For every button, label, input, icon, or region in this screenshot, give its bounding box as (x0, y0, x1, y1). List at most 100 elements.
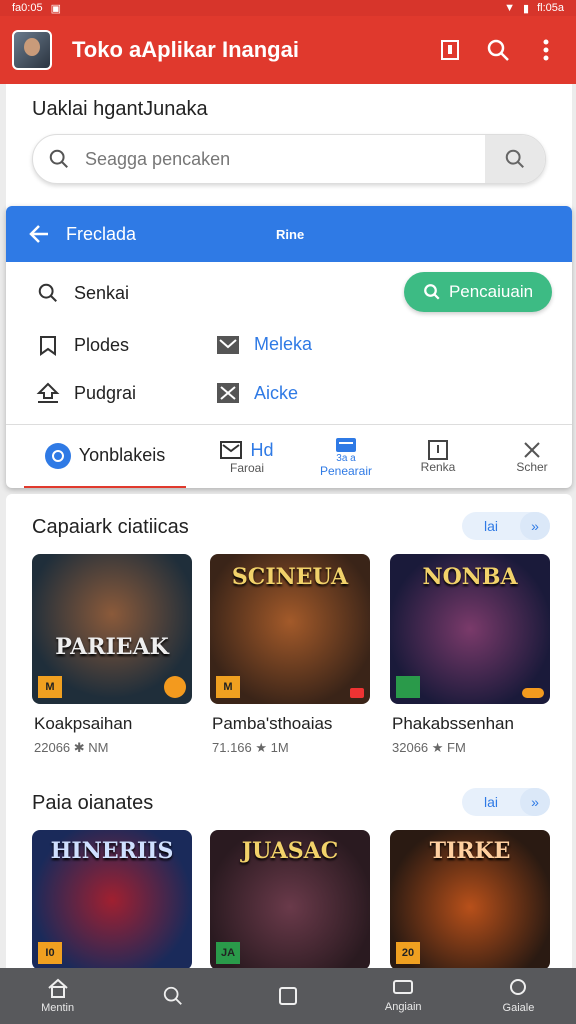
close-icon (524, 442, 540, 458)
see-all-button[interactable]: lai » (462, 788, 550, 816)
search-input[interactable]: Seagga pencaken (85, 149, 485, 170)
tab-yonblakeis[interactable]: Yonblakeis (24, 425, 186, 488)
home-icon (47, 978, 68, 998)
menu-item-senkai[interactable]: Senkai (34, 282, 129, 304)
greeting-text: Uaklai hgantJunaka (32, 98, 208, 120)
bookmark-icon (34, 334, 62, 356)
game-tile[interactable]: PARIEAK M (32, 554, 192, 704)
game-tile[interactable]: NONBA (390, 554, 550, 704)
app-title: Toko aAplikar Inangai (72, 37, 299, 62)
card-icon (336, 437, 356, 452)
tag-icon (350, 688, 364, 698)
mail-icon (214, 335, 242, 355)
search-icon (424, 284, 440, 300)
menu-item-plodes[interactable]: Plodes (34, 334, 129, 356)
menu-item-label: Senkai (74, 282, 130, 303)
panel-header: Freclada Rine (6, 206, 572, 262)
rating-badge: I0 (38, 942, 62, 964)
rating-badge: 20 (396, 942, 420, 964)
avatar[interactable] (12, 30, 52, 70)
game-tile[interactable]: HINERIIS I0 (32, 830, 192, 968)
search-icon (487, 39, 509, 61)
tab-big-label: Hd (250, 439, 274, 460)
section-title: Capaiark ciatiicas (32, 516, 189, 538)
menu-item-label: Pudgrai (74, 382, 137, 403)
see-all-label: lai (483, 794, 498, 810)
game-logo: JUASAC (241, 838, 339, 864)
game-logo: SCINEUA (231, 564, 349, 590)
game-logo: PARIEAK (55, 634, 169, 660)
game-logo: HINERIIS (50, 838, 174, 864)
tab-faroai[interactable]: Hd Faroai (202, 425, 292, 488)
notification-icon: ▣ (50, 2, 61, 15)
search-icon (33, 148, 85, 170)
globe-icon (44, 442, 71, 469)
back-arrow-icon[interactable] (28, 223, 50, 245)
bottom-nav: Mentin Angiain Gaiale (0, 968, 576, 1024)
game-name: Pamba'sthoaias (212, 714, 333, 733)
nav-overview[interactable] (230, 968, 345, 1024)
more-vert-icon (543, 39, 549, 61)
link-label: Meleka (254, 334, 313, 354)
rating-badge: JA (216, 942, 240, 964)
pill-label: Pencaiuain (448, 282, 534, 301)
tab-label: Renka (420, 460, 456, 474)
game-tile[interactable]: TIRKE 20 (390, 830, 550, 968)
search-pill-button[interactable]: Pencaiuain (404, 272, 552, 312)
nav-home[interactable]: Mentin (0, 968, 115, 1024)
panel-tag: Rine (276, 226, 305, 242)
search-dropdown-panel: Freclada Rine Senkai Plodes Pudgrai Mele… (6, 206, 572, 488)
upload-icon (34, 382, 62, 404)
chevron-right-icon: » (520, 512, 550, 540)
chat-icon (393, 980, 414, 994)
game-tile[interactable]: JUASAC JA (210, 830, 370, 968)
nav-label: Angiain (384, 1001, 422, 1013)
tools-icon (214, 382, 242, 404)
see-all-label: lai (483, 518, 498, 534)
status-time: fa0:05 (12, 2, 43, 14)
link-aicke[interactable]: Aicke (214, 382, 298, 404)
tab-renka[interactable]: Renka (402, 425, 474, 488)
nav-search[interactable] (115, 968, 230, 1024)
mail-icon (220, 441, 243, 459)
search-bar[interactable]: Seagga pencaken (32, 134, 546, 184)
nav-profile[interactable]: Gaiale (461, 968, 576, 1024)
status-clock: fl:05a (537, 2, 564, 14)
game-logo: TIRKE (429, 838, 511, 864)
games-card: Capaiark ciatiicas lai » PARIEAK M SCINE… (6, 494, 572, 968)
rating-badge: M (38, 676, 62, 698)
rating-badge (396, 676, 420, 698)
game-logo: NONBA (422, 564, 518, 590)
menu-item-pudgrai[interactable]: Pudgrai (34, 382, 136, 404)
main-content: Uaklai hgantJunaka Seagga pencaken Frecl… (0, 84, 576, 968)
nav-messages[interactable]: Angiain (346, 968, 461, 1024)
tab-badge: 3a a (336, 452, 356, 464)
menu-item-label: Plodes (74, 334, 130, 355)
search-icon (34, 282, 62, 304)
bookmark-icon (441, 40, 459, 60)
overflow-menu-button[interactable] (528, 32, 564, 68)
tab-label: Scher (516, 460, 548, 474)
search-submit-button[interactable] (485, 135, 545, 183)
panel-title: Freclada (66, 223, 137, 244)
tab-label: Faroai (229, 460, 264, 475)
tab-label: Penearair (319, 463, 373, 478)
status-bar: fa0:05 ▣ ▼ ▮ fl:05a (0, 0, 576, 16)
game-name: Phakabssenhan (392, 714, 514, 733)
wifi-icon: ▼ (504, 2, 516, 14)
search-icon (163, 986, 182, 1005)
tab-scher[interactable]: Scher (496, 425, 568, 488)
section-title: Paia oianates (32, 792, 154, 814)
tab-penearair[interactable]: 3a a Penearair (304, 425, 388, 488)
game-tile[interactable]: SCINEUA M (210, 554, 370, 704)
link-meleka[interactable]: Meleka (214, 334, 312, 355)
game-meta: 71.166 ★ 1M (212, 740, 289, 755)
rating-badge: M (216, 676, 240, 698)
bookmark-button[interactable] (432, 32, 468, 68)
play-icon (164, 676, 186, 698)
chevron-right-icon: » (520, 788, 550, 816)
search-button[interactable] (480, 32, 516, 68)
panel-tabs: Yonblakeis Hd Faroai 3a a Penearair Renk… (6, 424, 572, 488)
see-all-button[interactable]: lai » (462, 512, 550, 540)
tag-icon (522, 688, 544, 698)
